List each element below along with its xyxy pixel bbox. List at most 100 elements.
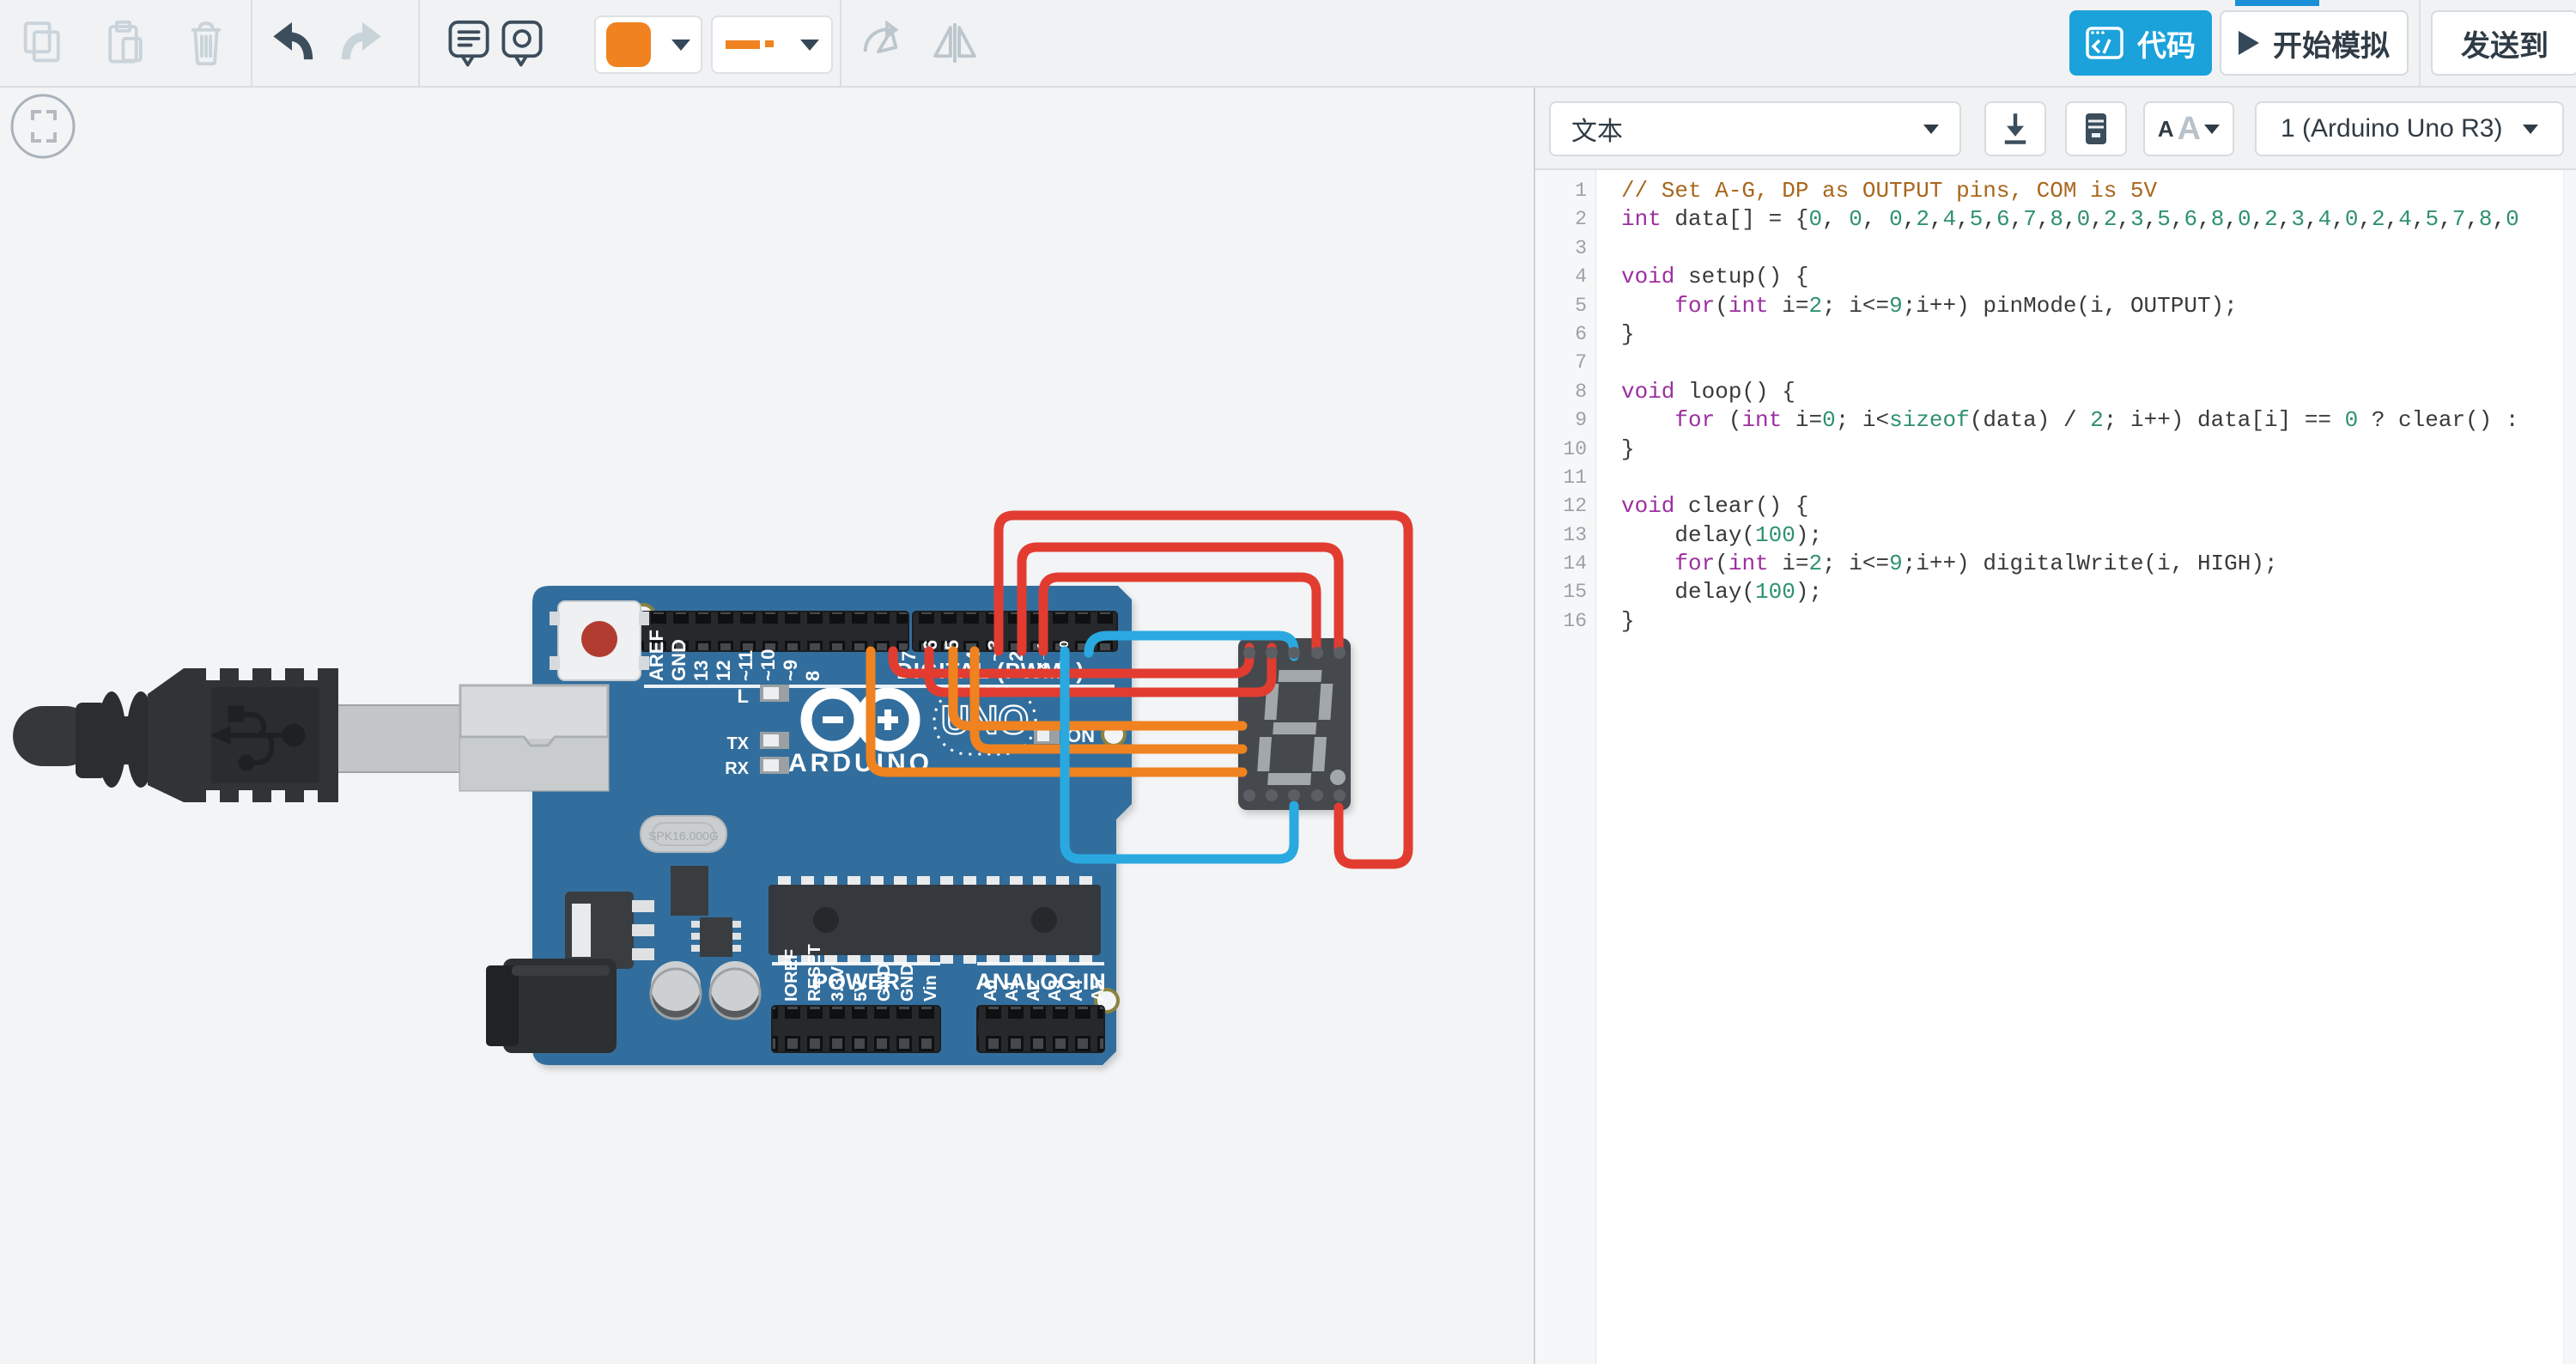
barrel-jack xyxy=(486,959,617,1053)
font-letter-dark: A xyxy=(2158,116,2174,143)
component-chip-small xyxy=(671,866,708,916)
chevron-down-icon xyxy=(2523,125,2538,134)
svg-text:AREF: AREF xyxy=(646,630,667,681)
svg-text:A1: A1 xyxy=(1003,979,1022,1002)
code-text xyxy=(1597,234,1621,263)
code-text: int data[] = {0, 0, 0,2,4,5,6,7,8,0,2,3,… xyxy=(1597,205,2519,234)
reset-button-cap[interactable] xyxy=(581,621,617,657)
top-toolbar: 代码 开始模拟 发送到 xyxy=(0,0,2576,88)
svg-text:~11: ~11 xyxy=(735,650,756,681)
svg-text:A0: A0 xyxy=(981,979,1000,1002)
code-line: 15 delay(100); xyxy=(1535,578,2576,606)
start-simulation-button[interactable]: 开始模拟 xyxy=(2220,10,2409,76)
code-text: } xyxy=(1597,607,1635,636)
code-panel: 文本 A A 1 (Arduino Uno R3) xyxy=(1534,0,2576,1364)
paste-icon xyxy=(101,19,149,67)
code-text: for(int i=2; i<=9;i++) digitalWrite(i, H… xyxy=(1597,550,2278,578)
code-line: 4 void setup() { xyxy=(1535,263,2576,291)
code-text: } xyxy=(1597,435,1635,464)
power-header[interactable] xyxy=(772,1006,940,1052)
arduino-uno-board[interactable]: AREF GND 13 12 ~11 ~10 ~9 8 7 ~6 ~5 4 ~3… xyxy=(460,586,1132,1065)
line-number: 14 xyxy=(1535,550,1597,578)
code-line: 2 int data[] = {0, 0, 0,2,4,5,6,7,8,0,2,… xyxy=(1535,205,2576,234)
code-text: // Set A-G, DP as OUTPUT pins, COM is 5V xyxy=(1597,177,2157,205)
rotate-icon xyxy=(859,19,907,67)
svg-text:IOREF: IOREF xyxy=(782,949,801,1002)
svg-text:12: 12 xyxy=(713,661,734,681)
notes-button[interactable] xyxy=(445,19,493,67)
chevron-down-icon xyxy=(671,40,690,51)
code-line: 5 for(int i=2; i<=9;i++) pinMode(i, OUTP… xyxy=(1535,292,2576,320)
line-number: 7 xyxy=(1535,349,1597,377)
code-panel-header: 文本 A A 1 (Arduino Uno R3) xyxy=(1535,86,2576,170)
code-text: for (int i=0; i<sizeof(data) / 2; i++) d… xyxy=(1597,406,2518,435)
code-line: 16 } xyxy=(1535,607,2576,636)
color-dropdown[interactable] xyxy=(594,15,702,74)
undo-button[interactable] xyxy=(268,19,316,67)
svg-text:RESET: RESET xyxy=(805,944,824,1002)
line-number: 6 xyxy=(1535,320,1597,349)
toolbar-separator xyxy=(840,0,841,86)
code-line: 6 } xyxy=(1535,320,2576,349)
mirror-flip-button[interactable] xyxy=(931,19,979,67)
svg-text:3.3V: 3.3V xyxy=(829,965,848,1002)
code-editor[interactable]: 1 // Set A-G, DP as OUTPUT pins, COM is … xyxy=(1535,170,2576,1364)
svg-text:~9: ~9 xyxy=(780,660,801,681)
play-icon xyxy=(2239,31,2259,55)
wire-style-dropdown[interactable] xyxy=(711,15,833,74)
line-number: 5 xyxy=(1535,292,1597,320)
reset-button[interactable] xyxy=(550,601,649,680)
line-number: 13 xyxy=(1535,521,1597,550)
line-number: 3 xyxy=(1535,234,1597,263)
code-scrollbar[interactable] xyxy=(2563,170,2576,1364)
rotate-button[interactable] xyxy=(859,19,907,67)
svg-text:A4: A4 xyxy=(1067,979,1086,1002)
zoom-to-fit-button[interactable] xyxy=(12,95,74,157)
voltage-regulator xyxy=(565,892,654,969)
redo-button[interactable] xyxy=(338,19,386,67)
chevron-down-icon xyxy=(800,40,819,51)
svg-text:L: L xyxy=(738,685,749,707)
line-number: 10 xyxy=(1535,435,1597,464)
code-text xyxy=(1597,349,1621,377)
line-number: 12 xyxy=(1535,492,1597,521)
send-button-label: 发送到 xyxy=(2461,22,2549,64)
code-line: 8 void loop() { xyxy=(1535,378,2576,406)
code-panel-toggle-button[interactable]: 代码 xyxy=(2069,10,2212,76)
view-visibility-button[interactable] xyxy=(498,19,546,67)
paste-button[interactable] xyxy=(101,19,149,67)
usb-cable[interactable] xyxy=(13,667,481,804)
send-to-button[interactable]: 发送到 xyxy=(2431,10,2576,76)
analog-header[interactable] xyxy=(977,1006,1104,1052)
code-text xyxy=(1597,464,1621,492)
capacitor xyxy=(651,961,701,1019)
board-select[interactable]: 1 (Arduino Uno R3) xyxy=(2255,101,2564,156)
usb-socket xyxy=(460,685,608,790)
font-size-dropdown[interactable]: A A xyxy=(2143,101,2234,156)
download-code-button[interactable] xyxy=(1984,101,2046,156)
line-number: 4 xyxy=(1535,263,1597,291)
code-window-icon xyxy=(2086,27,2123,59)
svg-text:~10: ~10 xyxy=(757,649,779,681)
code-lines: 1 // Set A-G, DP as OUTPUT pins, COM is … xyxy=(1535,177,2576,636)
delete-button[interactable] xyxy=(182,19,230,67)
capacitor xyxy=(710,961,760,1019)
code-line: 14 for(int i=2; i<=9;i++) digitalWrite(i… xyxy=(1535,550,2576,578)
redo-icon xyxy=(338,19,386,67)
wire-style-swatch xyxy=(726,36,775,53)
svg-text:GND: GND xyxy=(898,964,917,1002)
svg-text:A5: A5 xyxy=(1089,979,1108,1002)
code-line: 7 xyxy=(1535,349,2576,377)
code-mode-select[interactable]: 文本 xyxy=(1549,101,1961,156)
code-text: for(int i=2; i<=9;i++) pinMode(i, OUTPUT… xyxy=(1597,292,2238,320)
copy-button[interactable] xyxy=(19,19,67,67)
svg-text:GND: GND xyxy=(668,639,690,681)
libraries-button[interactable] xyxy=(2065,101,2127,156)
code-line: 1 // Set A-G, DP as OUTPUT pins, COM is … xyxy=(1535,177,2576,205)
chevron-down-icon xyxy=(1923,125,1939,134)
code-text: void clear() { xyxy=(1597,492,1808,521)
chevron-down-icon xyxy=(2204,125,2220,134)
seven-segment-display[interactable] xyxy=(1238,638,1351,810)
circuit-canvas[interactable]: AREF GND 13 12 ~11 ~10 ~9 8 7 ~6 ~5 4 ~3… xyxy=(0,0,1534,1364)
color-swatch xyxy=(606,22,651,67)
